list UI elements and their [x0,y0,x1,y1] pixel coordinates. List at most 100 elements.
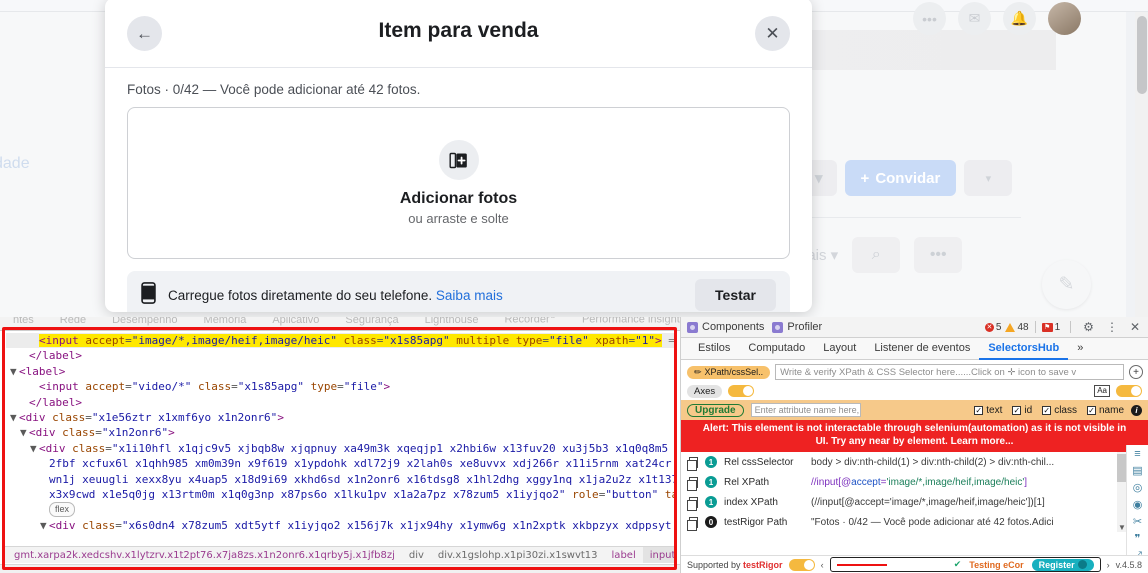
devtools-tab-ntes[interactable]: ntes [0,317,47,326]
checkbox-text[interactable]: ✓ text [974,405,1002,416]
tab-layout[interactable]: Layout [814,338,865,360]
disclosure-triangle-icon[interactable]: ▼ [10,364,19,379]
issues-badge[interactable]: ⚑ 1 [1041,322,1060,333]
dom-line[interactable]: x3x9cwd x1e5q0jg x13rtm0m x1q0g3np x87ps… [6,487,674,502]
tab-»[interactable]: » [1068,338,1092,360]
selector-result-row[interactable]: 1 Rel XPath //input[@accept='image/*,image… [681,472,1148,492]
search-icon[interactable]: ⌕ [852,237,901,273]
xpath-css-selector-pill[interactable]: ✏ XPath/cssSel.. [687,365,771,379]
testar-button[interactable]: Testar [695,279,776,311]
components-tab[interactable]: Components [687,321,764,333]
prev-arrow-icon[interactable]: ‹ [821,560,824,570]
devtools-tab-desempenho[interactable]: Desempenho [99,317,190,326]
page-scan-icon[interactable]: ▤ [1132,465,1142,478]
upgrade-button[interactable]: Upgrade [687,403,744,417]
footer-toggle[interactable] [788,558,815,571]
devtools-tab-rede[interactable]: Rede [47,317,99,326]
selector-result-row[interactable]: 1 index XPath (//input[@accept='image/*,im… [681,492,1148,512]
selector-result-row[interactable]: 0 testRigor Path "Fotos · 0/42 — Você pode… [681,512,1148,532]
tools-icon[interactable]: ✂ [1133,516,1142,529]
profiler-tab[interactable]: Profiler [772,321,822,333]
checkbox-icon[interactable]: ✓ [1012,405,1022,415]
avatar[interactable] [1048,2,1081,35]
info-icon[interactable]: i [1131,404,1142,416]
dom-line[interactable]: <input accept="image/*,image/heif,image/… [6,333,674,349]
checkbox-name[interactable]: ✓ name [1086,405,1124,416]
register-button[interactable]: Register [1031,558,1094,571]
selector-value[interactable]: //input[@accept='image/*,image/heif,imag… [811,477,1027,488]
copy-icon[interactable] [687,456,698,471]
scrollbar-thumb[interactable] [1137,16,1147,94]
tab-listener-de-eventos[interactable]: Listener de eventos [865,338,979,360]
menu-grid-icon[interactable]: ••• [913,2,946,35]
tab-estilos[interactable]: Estilos [689,338,739,360]
ellipsis-icon[interactable]: ••• [914,237,963,273]
devtools-tab-performance-insights[interactable]: Performance insights⏱ [569,317,680,326]
disclosure-triangle-icon[interactable]: ▼ [10,410,19,425]
photo-dropzone[interactable]: Adicionar fotos ou arraste e solte [127,107,790,259]
breadcrumb-item[interactable]: gmt.xarpa2k.xedcshv.x1lytzrv.x1t2pt76.x7… [7,550,402,561]
console-badges[interactable]: ✕ 5 48 ⚑ 1 [984,321,1060,333]
copy-icon[interactable] [687,496,698,511]
dom-line[interactable]: ▼ <label> [6,364,674,379]
sliders-icon[interactable]: ≡ [1134,448,1140,461]
tab-computado[interactable]: Computado [739,338,814,360]
disclosure-triangle-icon[interactable] [20,348,29,363]
selector-result-row[interactable]: 1 Rel cssSelector body > div:nth-child(1) … [681,452,1148,472]
gear-icon[interactable]: ⚙ [1081,320,1096,334]
compose-icon[interactable]: ✎ [1042,260,1091,309]
globe-target-icon[interactable]: ◉ [1133,499,1143,512]
disclosure-triangle-icon[interactable]: ▼ [30,441,39,456]
selector-value[interactable]: (//input[@accept='image/*,image/heif,ima… [811,497,1045,508]
devtools-tab-aplicativo[interactable]: Aplicativo [259,317,332,326]
dom-line[interactable]: ▼ <div class="x1n2onr6"> [6,425,674,440]
scroll-down-arrow-icon[interactable]: ▼ [1118,523,1126,532]
dom-line[interactable]: 2fbf xcfux6l x1qhh985 xm0m39n x9f619 x1y… [6,456,674,471]
dom-line[interactable]: </label> [6,348,674,363]
copy-icon[interactable] [687,476,698,491]
font-size-toggle[interactable] [1116,385,1142,397]
checkbox-icon[interactable]: ✓ [1086,405,1096,415]
breadcrumb-item[interactable]: div.x1gslohp.x1pi30zi.x1swvt13 [431,550,605,561]
xpath-input[interactable]: Write & verify XPath & CSS Selector here… [775,364,1124,380]
invite-button[interactable]: + Convidar [844,160,957,196]
breadcrumb-item[interactable]: div [402,550,431,561]
disclosure-triangle-icon[interactable] [20,395,29,410]
checkbox-icon[interactable]: ✓ [974,405,984,415]
font-size-icon[interactable]: Aa [1094,385,1110,397]
dom-line[interactable]: ▼ <div class="x6s0dn4 x78zum5 xdt5ytf x1i… [6,518,674,533]
disclosure-triangle-icon[interactable]: ▼ [20,425,29,440]
disclosure-triangle-icon[interactable] [40,487,49,502]
devtools-tab-lighthouse[interactable]: Lighthouse [412,317,492,326]
copy-icon[interactable] [687,516,698,531]
disclosure-triangle-icon[interactable] [40,456,49,471]
error-badge[interactable]: ✕ 5 [984,322,1001,333]
dom-line[interactable]: </label> [6,395,674,410]
checkbox-id[interactable]: ✓ id [1012,405,1032,416]
quote-icon[interactable]: ❞ [1135,533,1141,546]
selector-value[interactable]: body > div:nth-child(1) > div:nth-child(… [811,457,1054,468]
close-button[interactable]: ✕ [755,16,790,51]
devtools-tab-memória[interactable]: Memória [191,317,260,326]
kebab-menu-icon[interactable]: ⋮ [1104,320,1120,334]
selector-value[interactable]: "Fotos · 0/42 — Você pode adicionar até … [811,517,1054,528]
disclosure-triangle-icon[interactable] [30,379,39,394]
notifications-icon[interactable]: 🔔 [1003,2,1036,35]
checkbox-class[interactable]: ✓ class [1042,405,1077,416]
dom-line[interactable]: ▼ <div class="x1i10hfl x1qjc9v5 xjbqb8w x… [6,441,674,456]
checkbox-icon[interactable]: ✓ [1042,405,1052,415]
disclosure-triangle-icon[interactable] [30,333,39,348]
dom-line[interactable]: flex [6,502,674,518]
flex-badge[interactable]: flex [49,502,76,518]
disclosure-triangle-icon[interactable]: ▼ [40,518,49,533]
plus-circle-icon[interactable]: + [1129,365,1143,379]
disclosure-triangle-icon[interactable] [40,472,49,487]
breadcrumb-item[interactable]: label [605,550,643,561]
more-actions-button[interactable]: ▾ [964,160,1013,196]
results-scrollbar[interactable]: ▲ ▼ [1117,452,1126,532]
warning-badge[interactable]: 48 [1005,322,1029,333]
devtools-tab-recorder[interactable]: Recorder⏱ [491,317,569,326]
messenger-icon[interactable]: ✉ [958,2,991,35]
devtools-tab-segurança[interactable]: Segurança [332,317,411,326]
saiba-mais-link[interactable]: Saiba mais [436,288,503,303]
